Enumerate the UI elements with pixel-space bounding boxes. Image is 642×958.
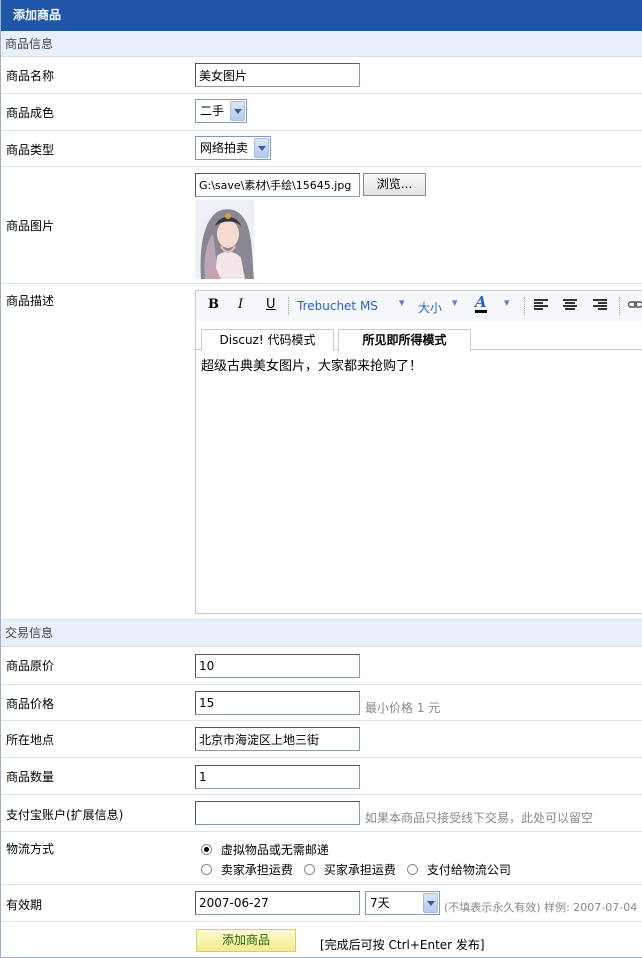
rich-text-editor: B I U Trebuchet MS ▾ 大小 ▾ A ▾ Discuz! 代码… (195, 290, 642, 614)
add-goods-panel: 添加商品 商品信息 商品名称 商品成色 二手 商品类型 网络拍卖 商品图片 浏览… (0, 0, 642, 958)
align-right-icon[interactable] (593, 299, 607, 311)
row-goods-type: 商品类型 网络拍卖 (1, 131, 642, 167)
row-goods-image: 商品图片 浏览... (1, 167, 642, 284)
shipping-option-2[interactable]: 买家承担运费 (304, 861, 396, 878)
toolbar-divider (524, 297, 525, 315)
link-icon[interactable] (628, 300, 642, 310)
price-label: 商品价格 (6, 697, 55, 711)
row-goods-description: 商品描述 B I U Trebuchet MS ▾ 大小 ▾ A ▾ Discu… (1, 284, 642, 620)
editor-toolbar: B I U Trebuchet MS ▾ 大小 ▾ A ▾ (196, 291, 642, 321)
radio-icon[interactable] (201, 864, 212, 875)
chevron-down-icon[interactable] (254, 138, 269, 158)
chevron-down-icon[interactable]: ▾ (399, 296, 405, 309)
expiry-days-select[interactable]: 7天 (365, 891, 440, 915)
radio-icon[interactable] (304, 864, 315, 875)
section-goods-info: 商品信息 (1, 31, 642, 57)
row-price: 商品价格 最小价格 1 元 (1, 685, 642, 721)
editor-mode-tabs: Discuz! 代码模式 所见即所得模式 (196, 321, 642, 352)
toolbar-divider (619, 297, 620, 315)
shortcut-hint: [完成后可按 Ctrl+Enter 发布] (320, 938, 485, 952)
align-left-icon[interactable] (534, 299, 548, 311)
shipping-option-3[interactable]: 支付给物流公司 (407, 861, 511, 878)
goods-type-value: 网络拍卖 (200, 141, 249, 155)
goods-condition-label: 商品成色 (6, 106, 55, 120)
chevron-down-icon[interactable]: ▾ (504, 296, 510, 309)
row-alipay-account: 支付宝账户(扩展信息) 如果本商品只接受线下交易，此处可以留空 (1, 795, 642, 832)
row-goods-name: 商品名称 (1, 57, 642, 94)
goods-name-input[interactable] (195, 63, 360, 87)
underline-button[interactable]: U (266, 297, 276, 312)
expiry-days-value: 7天 (370, 896, 390, 910)
radio-selected-icon[interactable] (201, 844, 212, 855)
alipay-account-input[interactable] (195, 801, 360, 825)
row-expiry: 有效期 7天 (不填表示永久有效) 样例: 2007-07-04 (1, 885, 642, 922)
goods-image-thumbnail (195, 200, 254, 279)
toolbar-divider (288, 297, 289, 315)
chevron-down-icon[interactable] (423, 893, 438, 913)
panel-title: 添加商品 (1, 0, 642, 31)
row-quantity: 商品数量 (1, 758, 642, 795)
quantity-input[interactable] (195, 765, 360, 789)
tab-code-mode[interactable]: Discuz! 代码模式 (201, 329, 334, 351)
shipping-option-1[interactable]: 卖家承担运费 (201, 861, 293, 878)
goods-name-label: 商品名称 (6, 69, 55, 83)
font-name-select[interactable]: Trebuchet MS (297, 299, 378, 313)
location-input[interactable] (195, 727, 360, 751)
italic-button[interactable]: I (238, 297, 243, 312)
bold-button[interactable]: B (208, 297, 219, 312)
expiry-date-input[interactable] (195, 891, 360, 915)
price-hint: 最小价格 1 元 (365, 701, 441, 715)
goods-image-label: 商品图片 (6, 219, 55, 233)
row-submit: 添加商品 [完成后可按 Ctrl+Enter 发布] (1, 922, 642, 958)
goods-type-label: 商品类型 (6, 143, 55, 157)
browse-button[interactable]: 浏览... (363, 173, 426, 196)
shipping-method-label: 物流方式 (6, 842, 55, 856)
expiry-hint: (不填表示永久有效) 样例: 2007-07-04 (444, 901, 638, 914)
goods-image-path-input[interactable] (195, 173, 360, 197)
align-center-icon[interactable] (563, 299, 577, 311)
font-size-select[interactable]: 大小 (418, 299, 442, 316)
original-price-label: 商品原价 (6, 659, 55, 673)
row-shipping-method: 物流方式 虚拟物品或无需邮递 卖家承担运费 买家承担运费 支付给物流公司 (1, 832, 642, 885)
font-color-icon[interactable]: A (475, 294, 487, 313)
goods-type-select[interactable]: 网络拍卖 (195, 136, 271, 160)
radio-icon[interactable] (407, 864, 418, 875)
expiry-label: 有效期 (6, 898, 43, 912)
alipay-account-label: 支付宝账户(扩展信息) (6, 808, 124, 822)
row-location: 所在地点 (1, 721, 642, 758)
editor-content[interactable]: 超级古典美女图片，大家都来抢购了！ (201, 355, 422, 374)
location-label: 所在地点 (6, 733, 55, 747)
goods-condition-value: 二手 (200, 104, 225, 118)
goods-description-label: 商品描述 (6, 294, 55, 308)
section-trade-info: 交易信息 (1, 620, 642, 647)
row-goods-condition: 商品成色 二手 (1, 94, 642, 131)
chevron-down-icon[interactable] (230, 101, 245, 121)
alipay-account-hint: 如果本商品只接受线下交易，此处可以留空 (365, 811, 594, 825)
original-price-input[interactable] (195, 654, 360, 678)
add-goods-button[interactable]: 添加商品 (196, 929, 296, 952)
row-original-price: 商品原价 (1, 647, 642, 685)
chevron-down-icon[interactable]: ▾ (452, 296, 458, 309)
goods-condition-select[interactable]: 二手 (195, 99, 247, 123)
tab-wysiwyg-mode[interactable]: 所见即所得模式 (338, 329, 471, 352)
price-input[interactable] (195, 691, 360, 715)
shipping-option-0[interactable]: 虚拟物品或无需邮递 (201, 841, 329, 858)
quantity-label: 商品数量 (6, 770, 55, 784)
